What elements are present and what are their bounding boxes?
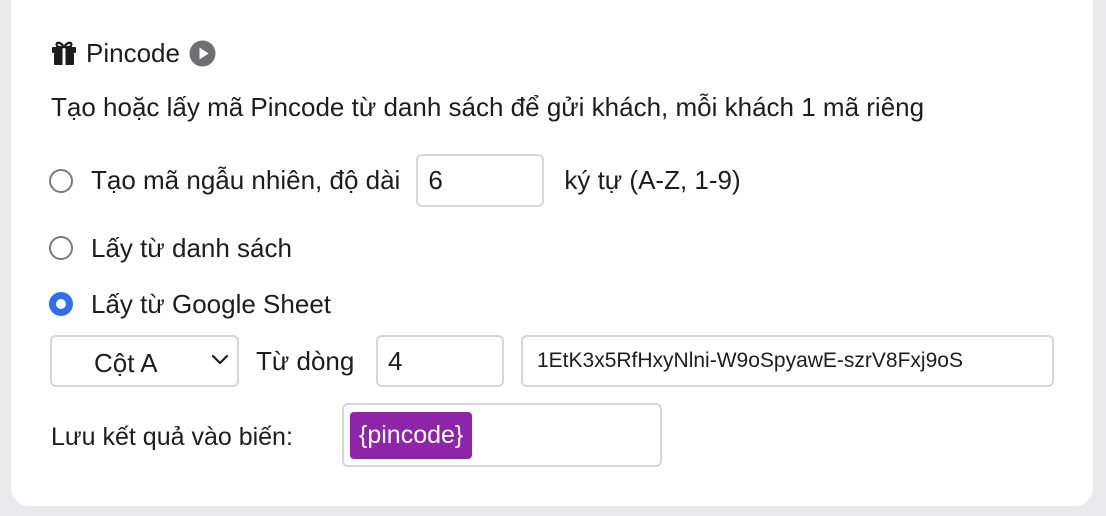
- radio-random[interactable]: [49, 168, 73, 193]
- variable-chip[interactable]: {pincode}: [350, 412, 473, 459]
- from-row-input[interactable]: [376, 335, 504, 387]
- chevron-down-icon: [211, 354, 229, 365]
- pincode-card: Pincode Tạo hoặc lấy mã Pincode từ danh …: [11, 0, 1093, 506]
- section-header: Pincode: [51, 36, 216, 70]
- option-google-sheet[interactable]: Lấy từ Google Sheet: [49, 289, 331, 319]
- option-google-sheet-label: Lấy từ Google Sheet: [91, 288, 332, 319]
- variable-field[interactable]: {pincode}: [342, 403, 662, 467]
- column-select-value: Cột A: [94, 348, 158, 378]
- from-row-label: Từ dòng: [256, 346, 355, 376]
- section-description: Tạo hoặc lấy mã Pincode từ danh sách để …: [51, 92, 925, 122]
- length-suffix: ký tự (A-Z, 1-9): [564, 165, 741, 195]
- option-random-label: Tạo mã ngẫu nhiên, độ dài: [91, 165, 401, 195]
- play-icon[interactable]: [189, 40, 216, 67]
- save-variable-label: Lưu kết quả vào biến:: [51, 423, 293, 451]
- option-random[interactable]: Tạo mã ngẫu nhiên, độ dài ký tự (A-Z, 1-…: [49, 154, 741, 207]
- column-select[interactable]: Cột A: [50, 335, 239, 387]
- sheet-id-input[interactable]: [521, 335, 1054, 387]
- radio-google-sheet[interactable]: [49, 292, 73, 316]
- gift-icon: [51, 40, 77, 66]
- section-title: Pincode: [86, 37, 180, 68]
- option-from-list-label: Lấy từ danh sách: [91, 232, 292, 263]
- option-from-list[interactable]: Lấy từ danh sách: [49, 233, 292, 263]
- radio-from-list[interactable]: [49, 236, 73, 260]
- length-input[interactable]: [416, 154, 545, 207]
